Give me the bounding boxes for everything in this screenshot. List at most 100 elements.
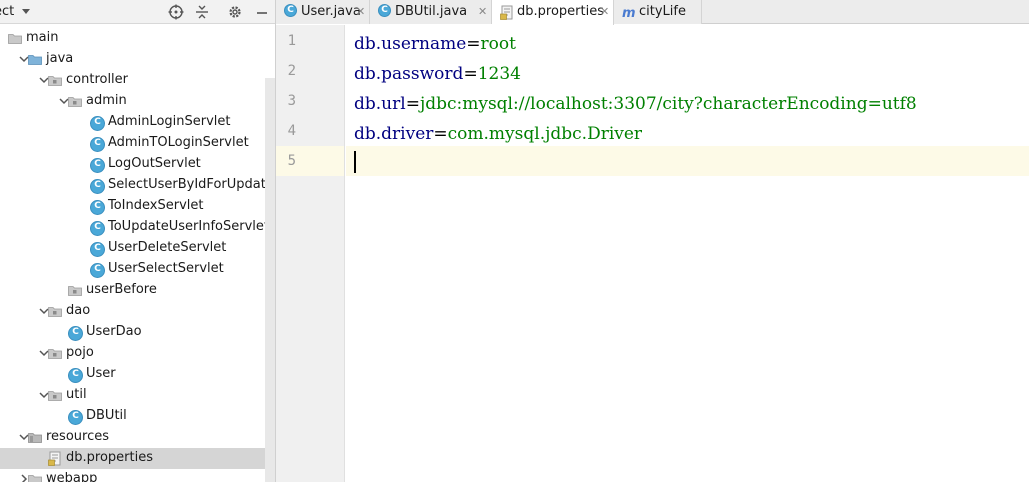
tree-item-folder[interactable]: java [0,49,275,70]
editor-tab-bar: C User.java ✕ C DBUtil.java ✕ db.properties ✕ m c… [276,0,1029,25]
editor-area: C User.java ✕ C DBUtil.java ✕ db.properties ✕ m c… [276,0,1029,482]
class-icon: C [90,179,105,194]
tree-item-folder[interactable]: dao [0,301,275,322]
editor-tab[interactable]: C User.java ✕ [276,0,370,24]
project-view-dropdown-icon[interactable] [22,9,30,14]
tree-item-folder[interactable]: webapp [0,469,275,482]
tree-item-folder[interactable]: util [0,385,275,406]
tree-item-label: userBefore [86,282,157,297]
tree-item-folder[interactable]: admin [0,91,275,112]
tree-item-label: util [66,387,87,402]
tree-item-folder[interactable]: resources [0,427,275,448]
line-number: 1 [287,33,296,49]
tree-item-folder[interactable]: userBefore [0,280,275,301]
tree-item-label: UserDeleteServlet [108,240,227,255]
tree-item-folder[interactable]: pojo [0,343,275,364]
tree-item-file[interactable]: db.properties [0,448,275,469]
folder-icon [28,474,43,482]
class-icon: C [68,410,83,425]
tree-item-class[interactable]: C AdminLoginServlet [0,112,275,133]
class-icon: C [90,116,105,131]
package-icon [48,306,63,321]
project-panel: ect main java controller admin CAdminLoginSe… [0,0,276,482]
current-line-highlight [346,146,1029,176]
code-line: db.password=1234 [354,59,521,89]
tree-item-label: ToUpdateUserInfoServlet [108,219,269,234]
tree-item-label: UserSelectServlet [108,261,224,276]
tree-item-class[interactable]: C AdminTOLoginServlet [0,133,275,154]
close-icon[interactable]: ✕ [356,5,365,18]
tree-item-label: SelectUserByIdForUpdateSer [108,177,275,192]
editor-tab[interactable]: m cityLife [614,0,702,24]
editor-tab[interactable]: db.properties ✕ [492,0,614,25]
hide-panel-icon[interactable] [253,3,271,21]
property-separator: = [405,94,420,114]
code-line: db.driver=com.mysql.jdbc.Driver [354,119,642,149]
tree-item-class[interactable]: C DBUtil [0,406,275,427]
source-folder-icon [28,54,43,69]
tree-item-class[interactable]: C User [0,364,275,385]
property-separator: = [463,64,478,84]
tree-item-label: admin [86,93,127,108]
tree-item-label: dao [66,303,91,318]
code-area[interactable]: db.username=root db.password=1234 db.url=j… [346,25,1029,482]
class-icon: C [90,200,105,215]
tree-item-label: UserDao [86,324,142,339]
text-caret [354,151,356,173]
project-toolbar: ect [0,0,275,24]
line-number: 3 [287,93,296,109]
tree-item-class[interactable]: CSelectUserByIdForUpdateSer [0,175,275,196]
gear-icon[interactable] [226,3,244,21]
package-icon [48,390,63,405]
tree-item-label: DBUtil [86,408,127,423]
package-icon [48,75,63,90]
tree-item-label: resources [46,429,110,444]
property-key: db.password [354,64,464,84]
tree-item-label: controller [66,72,129,87]
property-value: 1234 [477,64,521,84]
tree-item-label: User [86,366,116,381]
class-icon: C [68,368,83,383]
property-key: db.driver [354,124,434,144]
properties-file-icon [500,5,513,20]
class-icon: C [90,137,105,152]
tree-item-class[interactable]: C ToUpdateUserInfoServlet [0,217,275,238]
property-separator: = [466,34,481,54]
folder-icon [8,33,23,48]
collapse-all-icon[interactable] [193,3,211,21]
class-icon: C [90,242,105,257]
tree-item-label: pojo [66,345,94,360]
class-icon: C [90,263,105,278]
tree-item-label: AdminTOLoginServlet [108,135,249,150]
tree-item-label: main [26,30,59,45]
tab-label: cityLife [639,4,686,19]
property-key: db.url [354,94,406,114]
property-value: jdbc:mysql://localhost:3307/city?charact… [419,94,917,114]
editor-tab[interactable]: C DBUtil.java ✕ [370,0,492,24]
class-icon: C [90,158,105,173]
line-number-gutter: 1 2 3 4 5 [276,25,345,482]
resources-folder-icon [28,432,43,447]
tree-scrollbar[interactable] [265,78,275,482]
class-icon: C [284,4,297,17]
tree-item-folder[interactable]: main [0,28,275,49]
tree-item-folder[interactable]: controller [0,70,275,91]
tab-label: db.properties [517,4,604,19]
class-icon: C [68,326,83,341]
tree-item-class[interactable]: C UserDao [0,322,275,343]
locate-file-icon[interactable] [167,3,185,21]
tree-item-class[interactable]: C LogOutServlet [0,154,275,175]
tree-item-class[interactable]: C UserSelectServlet [0,259,275,280]
code-line: db.url=jdbc:mysql://localhost:3307/city?… [354,89,917,119]
tree-item-label: db.properties [66,450,153,465]
tree-item-label: java [46,51,74,66]
tab-label: User.java [301,4,361,19]
tree-item-class[interactable]: C UserDeleteServlet [0,238,275,259]
code-line: db.username=root [354,29,516,59]
close-icon[interactable]: ✕ [600,5,609,18]
tree-item-class[interactable]: C ToIndexServlet [0,196,275,217]
class-icon: C [378,4,391,17]
close-icon[interactable]: ✕ [478,5,487,18]
project-view-selector-label[interactable]: ect [0,4,14,19]
properties-file-icon [48,451,63,466]
